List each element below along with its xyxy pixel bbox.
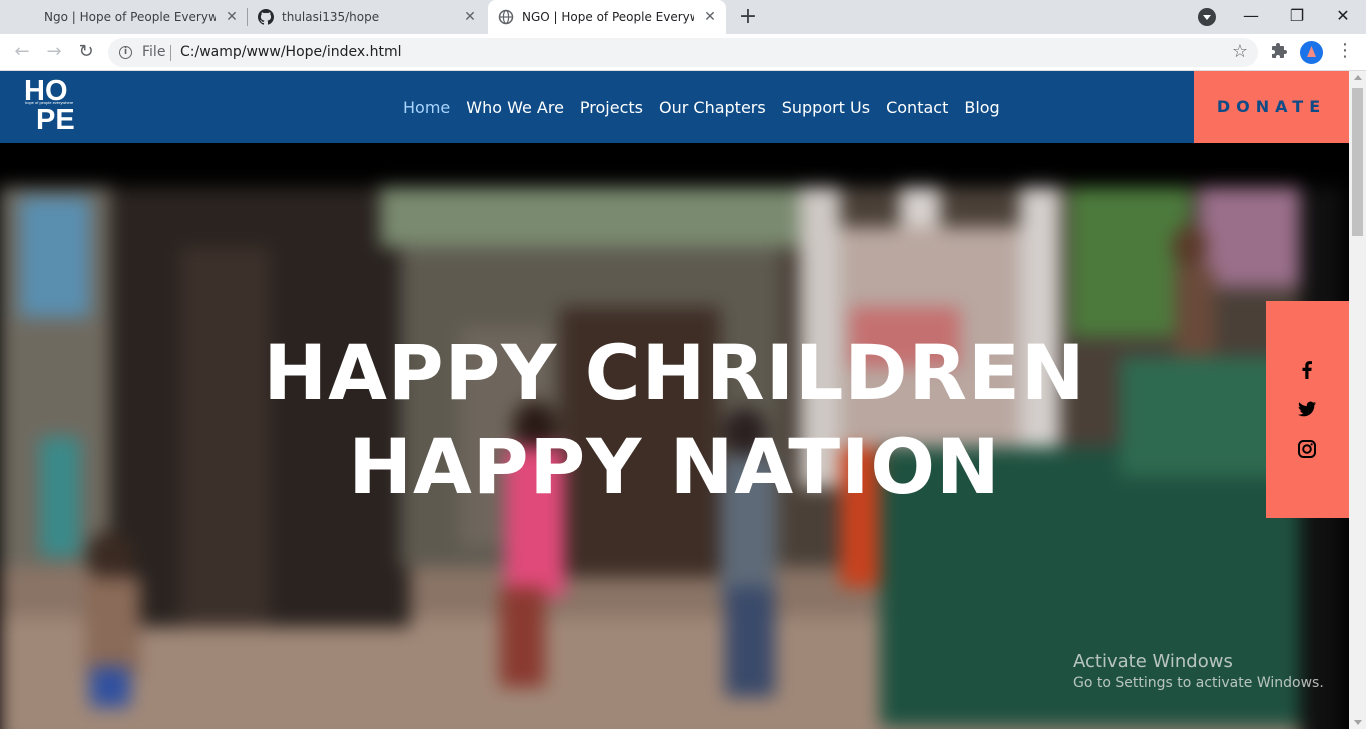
activation-title: Activate Windows: [1073, 651, 1233, 672]
tab-divider: [247, 8, 248, 26]
activation-subtitle: Go to Settings to activate Windows.: [1073, 675, 1324, 691]
hero-heading-line-2: HAPPY NATION: [348, 422, 1001, 511]
scrollbar-thumb[interactable]: [1352, 88, 1363, 236]
browser-toolbar: ← → ↻ i File C:/wamp/www/Hope/index.html…: [0, 34, 1366, 71]
browser-tab-3-active[interactable]: NGO | Hope of People Everywhere ✕: [488, 0, 726, 34]
page-scrollbar[interactable]: [1349, 71, 1366, 729]
globe-icon: [498, 9, 514, 25]
tab-title: NGO | Hope of People Everywhere: [522, 10, 694, 24]
donate-button[interactable]: DONATE: [1194, 71, 1349, 143]
nav-blog[interactable]: Blog: [964, 98, 999, 117]
browser-menu-icon[interactable]: ⋮: [1336, 42, 1354, 60]
bookmark-star-icon[interactable]: ☆: [1232, 41, 1248, 62]
browser-tab-strip: Ngo | Hope of People Everywhere ✕ thulas…: [0, 0, 1366, 34]
minimize-icon[interactable]: —: [1239, 5, 1263, 27]
new-tab-button[interactable]: +: [737, 6, 759, 28]
hero-section: HAPPY CHRILDREN HAPPY NATION: [0, 143, 1349, 729]
windows-activation-watermark: Activate Windows Go to Settings to activ…: [1073, 651, 1324, 691]
url-scheme-label: File: [142, 44, 166, 60]
site-header: HO hope of people everywhere PE Home Who…: [0, 71, 1349, 143]
hero-heading-line-1: HAPPY CHRILDREN: [263, 328, 1086, 417]
url-text[interactable]: C:/wamp/www/Hope/index.html: [180, 44, 402, 60]
forward-icon[interactable]: →: [42, 40, 66, 64]
scroll-up-arrow-icon[interactable]: [1354, 75, 1362, 80]
twitter-icon[interactable]: [1296, 398, 1318, 420]
tab-title: thulasi135/hope: [282, 10, 380, 24]
instagram-icon[interactable]: [1296, 438, 1318, 460]
omnibox-divider: [170, 45, 171, 61]
close-tab-icon[interactable]: ✕: [462, 9, 478, 25]
nav-projects[interactable]: Projects: [580, 98, 643, 117]
main-nav: Home Who We Are Projects Our Chapters Su…: [395, 71, 1008, 143]
close-window-icon[interactable]: ✕: [1331, 5, 1355, 27]
restore-icon[interactable]: ❐: [1285, 5, 1309, 27]
nav-who-we-are[interactable]: Who We Are: [466, 98, 564, 117]
site-info-icon[interactable]: i: [119, 46, 132, 59]
profile-avatar[interactable]: [1300, 41, 1323, 64]
address-bar[interactable]: i File C:/wamp/www/Hope/index.html ☆: [108, 38, 1258, 67]
nav-home[interactable]: Home: [403, 98, 450, 117]
facebook-icon[interactable]: [1296, 358, 1318, 380]
nav-contact[interactable]: Contact: [886, 98, 948, 117]
close-tab-icon[interactable]: ✕: [224, 9, 240, 25]
social-sidebar: [1266, 301, 1349, 518]
back-icon[interactable]: ←: [10, 40, 34, 64]
hero-heading: HAPPY CHRILDREN HAPPY NATION: [0, 326, 1349, 514]
browser-tab-2[interactable]: thulasi135/hope ✕: [250, 0, 484, 34]
nav-support-us[interactable]: Support Us: [782, 98, 870, 117]
reload-icon[interactable]: ↻: [74, 40, 98, 64]
close-tab-icon[interactable]: ✕: [702, 9, 718, 25]
logo-text-bottom: PE: [36, 104, 75, 136]
tab-title: Ngo | Hope of People Everywhere: [44, 10, 216, 24]
extensions-icon[interactable]: [1270, 42, 1288, 60]
scroll-down-arrow-icon[interactable]: [1354, 720, 1362, 725]
tab-search-icon[interactable]: [1198, 8, 1216, 26]
page-viewport: HO hope of people everywhere PE Home Who…: [0, 71, 1366, 729]
site-logo[interactable]: HO hope of people everywhere PE: [24, 77, 80, 137]
github-icon: [258, 9, 274, 25]
nav-our-chapters[interactable]: Our Chapters: [659, 98, 766, 117]
browser-tab-1[interactable]: Ngo | Hope of People Everywhere ✕: [24, 0, 246, 34]
